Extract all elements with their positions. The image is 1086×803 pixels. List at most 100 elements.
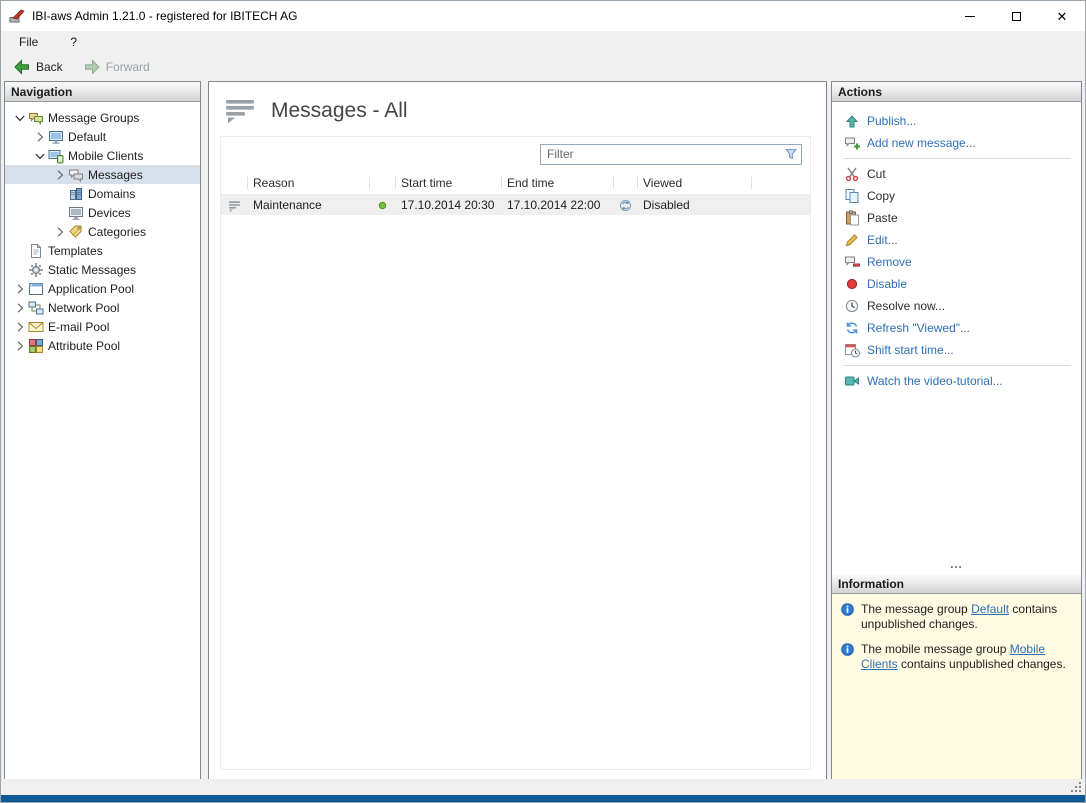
expander-spacer (52, 186, 68, 202)
messages-page-header: Messages - All (209, 82, 826, 126)
disable-icon (844, 276, 860, 292)
chevron-collapsed-icon[interactable] (32, 129, 48, 145)
action-edit[interactable]: Edit... (832, 229, 1081, 251)
chevron-expanded-icon[interactable] (12, 110, 28, 126)
column-viewed-icon[interactable] (613, 171, 637, 194)
shift-time-icon (844, 342, 860, 358)
action-label: Remove (867, 255, 912, 269)
tree-item-devices[interactable]: Devices (5, 203, 200, 222)
menu-file[interactable]: File (15, 33, 42, 51)
tree-item-label: E-mail Pool (44, 320, 109, 334)
publish-icon (844, 113, 860, 129)
copy-icon (844, 188, 860, 204)
chevron-collapsed-icon[interactable] (12, 281, 28, 297)
chevron-collapsed-icon[interactable] (12, 319, 28, 335)
status-cell (369, 198, 395, 213)
row-type-icon-cell (221, 198, 247, 213)
info-link-default[interactable]: Default (971, 602, 1009, 616)
resize-grip-icon[interactable] (1070, 781, 1082, 793)
filter-funnel-icon[interactable] (781, 146, 801, 162)
separator (844, 158, 1071, 159)
end-time-cell: 17.10.2014 22:00 (501, 198, 613, 212)
tree-item-mobile-clients[interactable]: Mobile Clients (5, 146, 200, 165)
action-remove[interactable]: Remove (832, 251, 1081, 273)
action-add-new-message[interactable]: Add new message... (832, 132, 1081, 154)
templates-icon (28, 243, 44, 259)
column-start-time[interactable]: Start time (395, 171, 501, 194)
chevron-collapsed-icon[interactable] (52, 167, 68, 183)
action-publish[interactable]: Publish... (832, 110, 1081, 132)
action-disable[interactable]: Disable (832, 273, 1081, 295)
forward-button[interactable]: Forward (79, 56, 154, 78)
tree-item-attribute-pool[interactable]: Attribute Pool (5, 336, 200, 355)
tree-item-categories[interactable]: Categories (5, 222, 200, 241)
minimize-button[interactable] (947, 1, 993, 31)
close-button[interactable]: ✕ (1039, 1, 1085, 31)
attribute-pool-icon (28, 338, 44, 354)
chevron-expanded-icon[interactable] (32, 148, 48, 164)
action-label: Shift start time... (867, 343, 954, 357)
window-controls: ✕ (947, 1, 1085, 31)
chevron-collapsed-icon[interactable] (12, 338, 28, 354)
tree-item-domains[interactable]: Domains (5, 184, 200, 203)
table-body: Maintenance17.10.2014 20:3017.10.2014 22… (221, 195, 810, 215)
information-list: The message group Default contains unpub… (832, 594, 1081, 780)
chevron-collapsed-icon[interactable] (52, 224, 68, 240)
menu-bar: File ? (1, 31, 1085, 53)
navigation-header-label: Navigation (11, 85, 72, 99)
actions-header-label: Actions (838, 85, 882, 99)
info-icon (840, 642, 855, 657)
row-message-icon (227, 198, 242, 213)
navigation-panel-header: Navigation (5, 82, 200, 102)
maximize-button[interactable] (993, 1, 1039, 31)
action-label: Edit... (867, 233, 898, 247)
tree-item-default[interactable]: Default (5, 127, 200, 146)
tree-item-static-messages[interactable]: Static Messages (5, 260, 200, 279)
action-paste[interactable]: Paste (832, 207, 1081, 229)
network-pool-icon (28, 300, 44, 316)
tree-item-label: Network Pool (44, 301, 119, 315)
column-status[interactable] (369, 171, 395, 194)
action-label: Watch the video-tutorial... (867, 374, 1003, 388)
tree-item-network-pool[interactable]: Network Pool (5, 298, 200, 317)
separator (844, 365, 1071, 366)
action-resolve-now[interactable]: Resolve now... (832, 295, 1081, 317)
status-bar (1, 779, 1085, 795)
menu-help[interactable]: ? (66, 33, 81, 51)
close-icon: ✕ (1057, 10, 1068, 23)
refresh-icon (844, 320, 860, 336)
tree-item-label: Domains (84, 187, 135, 201)
table-row[interactable]: Maintenance17.10.2014 20:3017.10.2014 22… (221, 195, 810, 215)
column-reason[interactable]: Reason (247, 171, 369, 194)
back-button[interactable]: Back (9, 56, 67, 78)
tree-item-message-groups[interactable]: Message Groups (5, 108, 200, 127)
expander-spacer (52, 205, 68, 221)
tree-item-label: Message Groups (44, 111, 139, 125)
categories-icon (68, 224, 84, 240)
action-shift-start-time[interactable]: Shift start time... (832, 339, 1081, 361)
message-group-icon (48, 129, 64, 145)
expander-spacer (12, 262, 28, 278)
forward-arrow-icon (83, 58, 101, 76)
action-refresh-viewed[interactable]: Refresh "Viewed"... (832, 317, 1081, 339)
filter-input[interactable] (541, 147, 781, 161)
tree-item-label: Devices (84, 206, 131, 220)
tree-item-messages[interactable]: Messages (5, 165, 200, 184)
back-arrow-icon (13, 58, 31, 76)
static-messages-icon (28, 262, 44, 278)
start-time-cell: 17.10.2014 20:30 (395, 198, 501, 212)
forward-button-label: Forward (106, 60, 150, 74)
column-viewed[interactable]: Viewed (637, 171, 751, 194)
column-end-time[interactable]: End time (501, 171, 613, 194)
column-row-icon[interactable] (221, 171, 247, 194)
action-watch-the-video-tutorial[interactable]: Watch the video-tutorial... (832, 370, 1081, 392)
action-copy[interactable]: Copy (832, 185, 1081, 207)
tree-item-templates[interactable]: Templates (5, 241, 200, 260)
table-header: Reason Start time End time Viewed (221, 171, 810, 195)
action-cut[interactable]: Cut (832, 163, 1081, 185)
actions-splitter-grip[interactable]: … (832, 560, 1081, 574)
chevron-collapsed-icon[interactable] (12, 300, 28, 316)
tree-item-e-mail-pool[interactable]: E-mail Pool (5, 317, 200, 336)
tree-item-application-pool[interactable]: Application Pool (5, 279, 200, 298)
tree-item-label: Categories (84, 225, 146, 239)
